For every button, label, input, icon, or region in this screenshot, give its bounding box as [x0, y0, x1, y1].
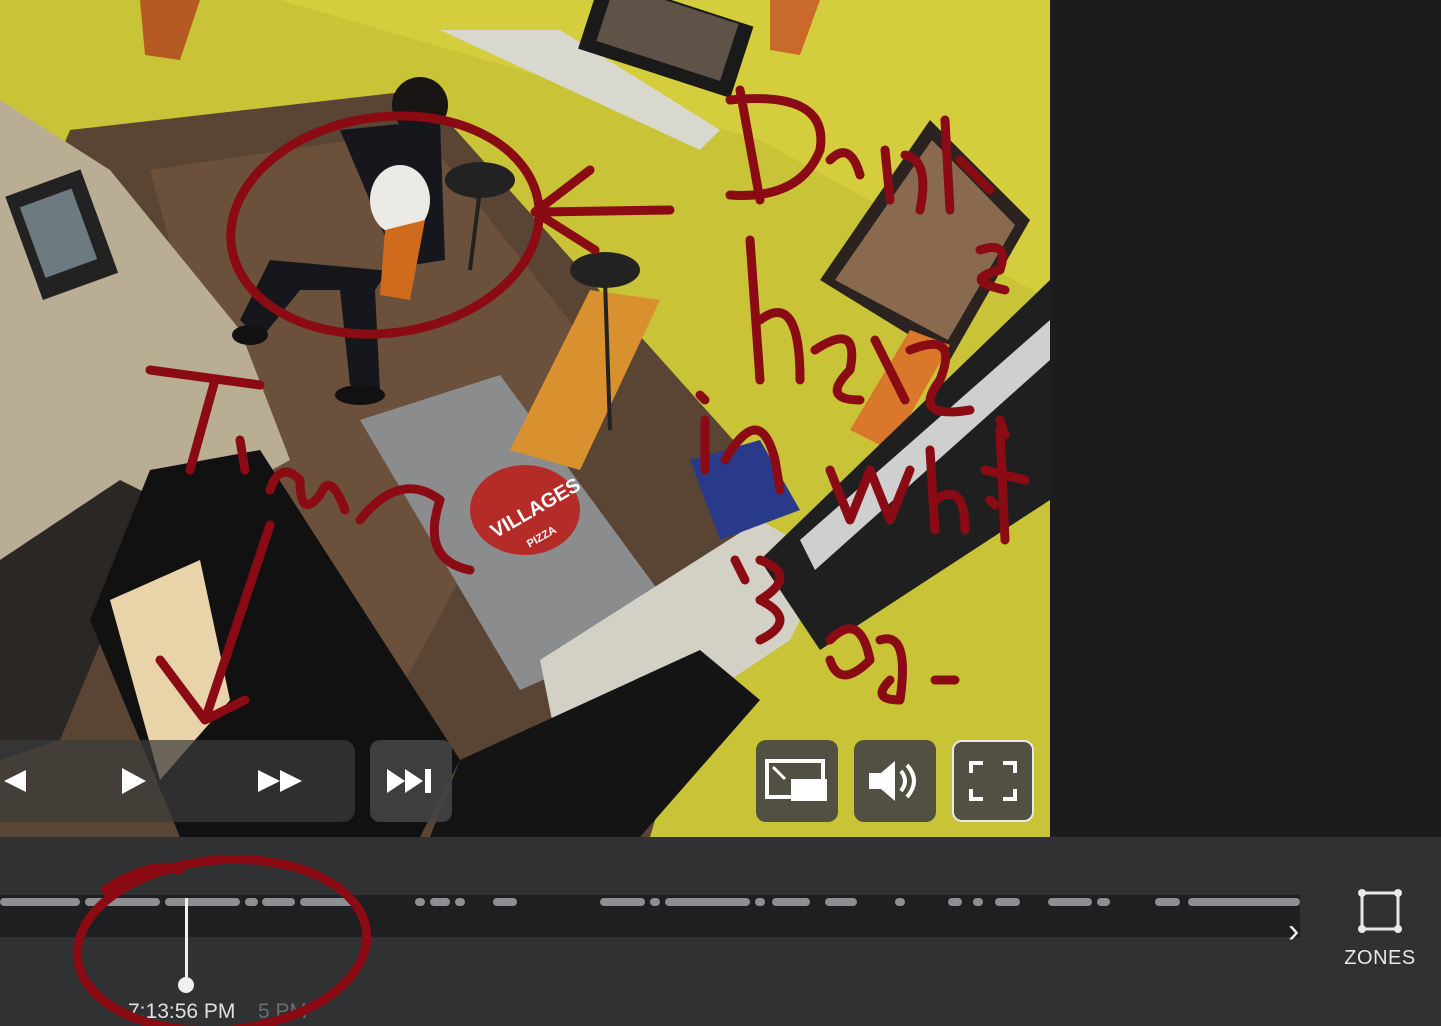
- picture-in-picture-icon: [765, 759, 827, 801]
- recording-segment[interactable]: [493, 898, 517, 906]
- fullscreen-icon: [969, 761, 1017, 801]
- recording-segment[interactable]: [948, 898, 962, 906]
- recording-segment[interactable]: [1048, 898, 1092, 906]
- skip-forward-button[interactable]: [370, 740, 452, 822]
- recording-segment[interactable]: [650, 898, 660, 906]
- recording-segment[interactable]: [1155, 898, 1180, 906]
- playhead-line[interactable]: [185, 898, 188, 984]
- recording-segment[interactable]: [245, 898, 258, 906]
- recording-segment[interactable]: [825, 898, 857, 906]
- skip-forward-icon: [387, 769, 431, 793]
- recording-segment[interactable]: [895, 898, 905, 906]
- fast-forward-button[interactable]: [240, 740, 322, 822]
- recording-segment[interactable]: [85, 898, 160, 906]
- recording-segment[interactable]: [455, 898, 465, 906]
- playback-controls-bar: [0, 740, 355, 822]
- recording-segment[interactable]: [600, 898, 645, 906]
- recording-segment[interactable]: [0, 898, 80, 906]
- recording-segment[interactable]: [415, 898, 425, 906]
- camera-scene: VILLAGES PIZZA: [0, 0, 1050, 837]
- play-button[interactable]: [92, 740, 174, 822]
- volume-icon: [869, 761, 916, 801]
- timeline-next-chevron-icon[interactable]: ›: [1288, 912, 1299, 951]
- playhead-handle[interactable]: [178, 977, 194, 993]
- recording-segment[interactable]: [1097, 898, 1110, 906]
- picture-in-picture-button[interactable]: [756, 740, 838, 822]
- recording-segment[interactable]: [430, 898, 450, 906]
- zones-button[interactable]: ZONES: [1330, 888, 1430, 970]
- recording-segment[interactable]: [973, 898, 983, 906]
- volume-button[interactable]: [854, 740, 936, 822]
- recording-segment[interactable]: [165, 898, 240, 906]
- recording-segment[interactable]: [1188, 898, 1300, 906]
- zones-label: ZONES: [1344, 947, 1416, 969]
- next-time-label: 5 PM: [258, 1000, 308, 1023]
- zones-icon: [1358, 889, 1402, 933]
- play-icon: [122, 768, 146, 794]
- recording-segment[interactable]: [772, 898, 810, 906]
- fullscreen-button[interactable]: [952, 740, 1034, 822]
- right-side-panel: [1050, 0, 1441, 837]
- fast-forward-icon: [258, 770, 302, 792]
- skip-back-icon: [4, 770, 26, 792]
- skip-back-button[interactable]: [0, 740, 52, 822]
- recording-segment[interactable]: [995, 898, 1020, 906]
- current-time-label: 7:13:56 PM: [128, 1000, 236, 1023]
- recording-segment[interactable]: [665, 898, 750, 906]
- recording-segment[interactable]: [300, 898, 355, 906]
- recording-segment[interactable]: [262, 898, 295, 906]
- camera-video-frame[interactable]: VILLAGES PIZZA: [0, 0, 1050, 837]
- recording-segment[interactable]: [755, 898, 765, 906]
